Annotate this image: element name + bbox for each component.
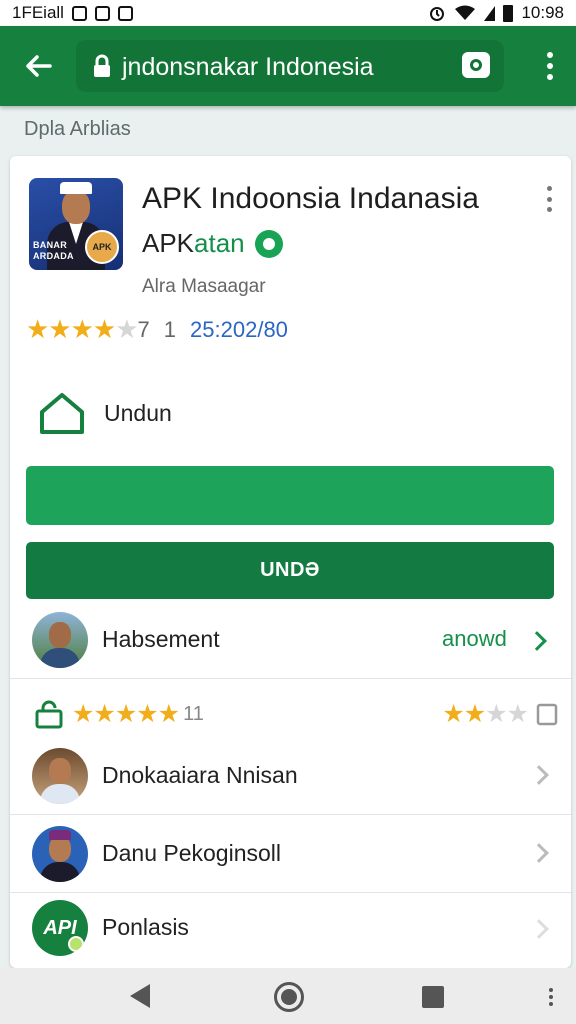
undo-button[interactable]: UNDƏ (26, 542, 554, 599)
app-card: BANAR ARDADA APK APK Indoonsia Indanasia… (10, 156, 571, 968)
status-left-text: 1FEiall (12, 3, 64, 22)
app-icon-band-text: BANAR ARDADA (33, 240, 74, 261)
nav-home-icon[interactable] (274, 982, 304, 1012)
lock-outline-icon (35, 700, 63, 729)
nav-back-icon[interactable] (130, 984, 150, 1008)
chevron-right-icon (529, 919, 549, 939)
list-item[interactable]: Dnokaaiara Nnisan (10, 742, 571, 818)
list-item[interactable]: Danu Pekoginsoll (10, 820, 571, 896)
avatar: API (32, 900, 88, 956)
clipboard-icon[interactable] (536, 702, 558, 726)
app-icon-badge: APK (85, 230, 119, 264)
url-text: jndonsnakar Indonesia (122, 53, 374, 81)
alarm-icon (430, 7, 445, 21)
card-overflow-menu-icon[interactable] (545, 186, 553, 212)
battery-icon (503, 4, 514, 22)
avatar (32, 748, 88, 804)
notification-square-icon (71, 5, 87, 21)
chevron-right-icon (529, 765, 549, 785)
app-title: APK Indoonsia Indanasia (142, 182, 479, 215)
list-item-label: Habsement (102, 626, 220, 652)
divider (10, 678, 571, 679)
list-item-label: Danu Pekoginsoll (102, 840, 282, 866)
url-bar[interactable]: jndonsnakar Indonesia (76, 40, 504, 92)
undun-row[interactable]: Undun (38, 392, 172, 434)
developer-name[interactable]: Alra Masaagar (142, 276, 266, 298)
system-nav-bar (0, 968, 576, 1024)
install-button[interactable] (26, 466, 554, 525)
more-link[interactable]: anowd (442, 626, 507, 652)
notification-square-icon (117, 5, 133, 21)
signal-icon (484, 5, 496, 21)
undun-label: Undun (104, 399, 172, 426)
rating-stars: ★★★★★ (26, 314, 139, 344)
review-summary: ★★★★★ 11 ★★★★ (34, 696, 558, 732)
rating-suffix: 7 (137, 316, 150, 342)
section-label: Dpla Arblias (24, 118, 131, 140)
divider (10, 814, 571, 815)
list-item-label: Dnokaaiara Nnisan (102, 762, 298, 788)
list-item-label: Ponlasis (102, 914, 189, 940)
rating-row: ★★★★★ 7 1 25:202/80 (26, 314, 288, 345)
download-count: 25:202/80 (190, 316, 288, 342)
divider (10, 892, 571, 893)
chevron-right-icon (529, 843, 549, 863)
app-subtitle-green: atan (194, 228, 245, 258)
back-arrow-icon[interactable] (20, 48, 56, 84)
review-stars-right: ★★★★ (442, 700, 529, 728)
app-icon[interactable]: BANAR ARDADA APK (29, 178, 123, 270)
nav-recents-icon[interactable] (422, 986, 444, 1008)
avatar (32, 826, 88, 882)
avatar (32, 612, 88, 668)
wifi-icon (455, 5, 476, 20)
status-time: 10:98 (521, 3, 564, 22)
home-outline-icon (40, 393, 84, 434)
rating-count: 1 (163, 316, 177, 342)
camera-icon[interactable] (462, 52, 490, 78)
list-item[interactable]: API Ponlasis (10, 896, 571, 968)
status-bar: 1FEiall 10:98 (0, 0, 576, 26)
review-stars-left: ★★★★★ (72, 700, 180, 728)
lock-icon (94, 54, 110, 77)
app-subtitle-prefix: APK (142, 228, 195, 258)
nav-menu-icon[interactable] (548, 988, 554, 1006)
review-count: 11 (183, 702, 204, 725)
overflow-menu-icon[interactable] (546, 52, 554, 80)
notification-square-icon (94, 5, 110, 21)
app-subtitle: APKatan (142, 228, 283, 259)
app-bar: jndonsnakar Indonesia (0, 26, 576, 106)
verified-badge-icon (254, 229, 283, 258)
